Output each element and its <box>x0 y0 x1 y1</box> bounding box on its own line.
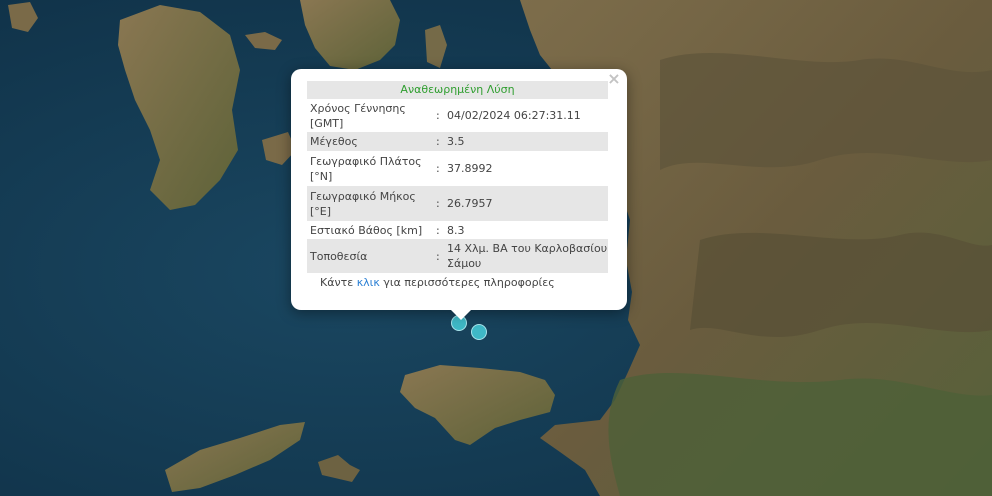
label-latitude: Γεωγραφικό Πλάτος [°N] <box>310 154 422 183</box>
row-longitude: Γεωγραφικό Μήκος [°E] : 26.7957 <box>307 186 608 221</box>
more-info-text: Κάντε κλικ για περισσότερες πληροφορίες <box>307 273 608 289</box>
more-info-link[interactable]: κλικ <box>357 276 380 289</box>
popup-title: Αναθεωρημένη Λύση <box>307 81 608 99</box>
separator: : <box>436 132 444 151</box>
more-info-suffix: για περισσότερες πληροφορίες <box>379 276 555 289</box>
value-depth: 8.3 <box>447 223 465 237</box>
row-origin-time: Χρόνος Γέννησης [GMT] : 04/02/2024 06:27… <box>307 99 608 132</box>
earthquake-details-table: Χρόνος Γέννησης [GMT] : 04/02/2024 06:27… <box>307 99 608 273</box>
value-origin-time: 04/02/2024 06:27:31.11 <box>447 109 581 122</box>
label-depth: Εστιακό Βάθος [km] <box>310 223 423 237</box>
label-origin-time: Χρόνος Γέννησης [GMT] <box>310 101 406 130</box>
row-magnitude: Μέγεθος : 3.5 <box>307 132 608 151</box>
value-magnitude: 3.5 <box>444 132 608 151</box>
earthquake-marker[interactable] <box>471 324 487 340</box>
value-location: 14 Χλμ. ΒΑ του Καρλοβασίου Σάμου <box>444 239 608 273</box>
row-location: Τοποθεσία : 14 Χλμ. ΒΑ του Καρλοβασίου Σ… <box>307 239 608 273</box>
row-depth: Εστιακό Βάθος [km] : 8.3 <box>307 221 608 239</box>
separator: : <box>436 109 440 122</box>
separator: : <box>436 223 440 237</box>
label-magnitude: Μέγεθος <box>307 132 436 151</box>
earthquake-info-popup: × Αναθεωρημένη Λύση Χρόνος Γέννησης [GMT… <box>291 69 627 320</box>
mountain-ridge-south <box>690 232 992 338</box>
green-valley <box>608 372 992 496</box>
value-latitude: 37.8992 <box>447 162 493 175</box>
separator: : <box>436 162 440 175</box>
label-longitude: Γεωγραφικό Μήκος [°E] <box>307 186 436 221</box>
mountain-ridge <box>660 52 992 170</box>
close-icon[interactable]: × <box>607 71 621 87</box>
popup-tip <box>451 310 471 320</box>
row-latitude: Γεωγραφικό Πλάτος [°N] : 37.8992 <box>307 151 608 186</box>
value-longitude: 26.7957 <box>444 186 608 221</box>
more-info-prefix: Κάντε <box>320 276 357 289</box>
separator: : <box>436 239 444 273</box>
label-location: Τοποθεσία <box>307 239 436 273</box>
separator: : <box>436 186 444 221</box>
